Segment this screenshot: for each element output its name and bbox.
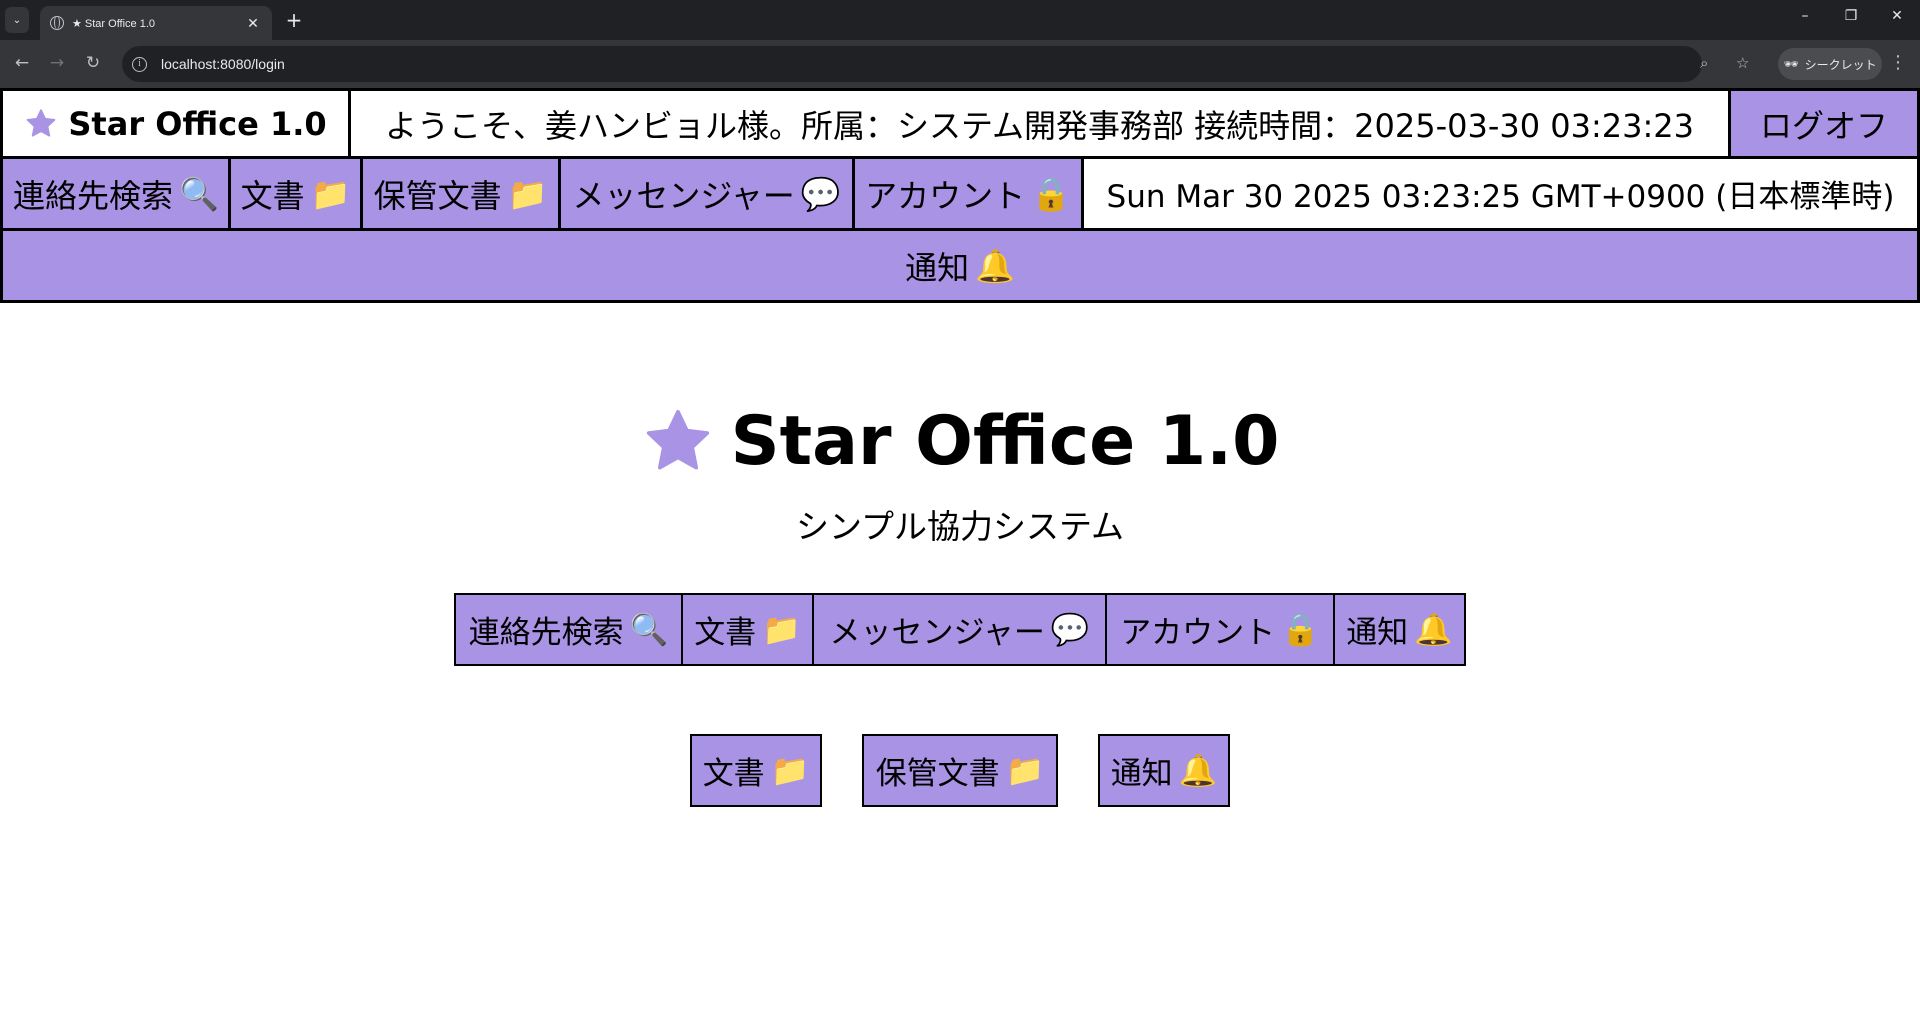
menu-contacts-button[interactable]: 連絡先検索 🔍 bbox=[454, 593, 683, 666]
search-icon: 🔍 bbox=[629, 612, 669, 648]
star-icon bbox=[646, 409, 709, 469]
browser-toolbar: ← → ↻ i localhost:8080/login ⌕ ☆ 🕶 シークレッ… bbox=[0, 40, 1920, 88]
welcome-text: ようこそ、姜ハンビョル様。所属：システム開発事務部 接続時間：2025-03-3… bbox=[384, 106, 1695, 145]
page: Star Office 1.0 ようこそ、姜ハンビョル様。所属：システム開発事務… bbox=[0, 88, 1920, 1032]
tab-title: ★ Star Office 1.0 bbox=[72, 17, 156, 30]
hero-subtitle: シンプル協力システム bbox=[795, 507, 1125, 546]
nav-notifications-label: 通知 bbox=[905, 248, 970, 287]
folder-icon: 📁 bbox=[770, 753, 810, 789]
reload-button[interactable]: ↻ bbox=[81, 52, 105, 76]
nav-documents-label: 文書 bbox=[240, 176, 305, 215]
bell-icon: 🔔 bbox=[975, 246, 1015, 285]
globe-icon bbox=[50, 16, 64, 30]
quick-archived-button[interactable]: 保管文書 📁 bbox=[862, 734, 1058, 807]
back-button[interactable]: ← bbox=[10, 52, 34, 76]
incognito-label: シークレット bbox=[1804, 57, 1877, 72]
new-tab-button[interactable]: + bbox=[282, 9, 306, 33]
nav-archived-button[interactable]: 保管文書 📁 bbox=[360, 156, 561, 231]
menu-messenger-label: メッセンジャー bbox=[829, 615, 1045, 651]
nav-notifications-button[interactable]: 通知 🔔 bbox=[0, 228, 1920, 303]
datetime-cell: Sun Mar 30 2025 03:23:25 GMT+0900 (日本標準時… bbox=[1081, 156, 1920, 231]
nav-contacts-button[interactable]: 連絡先検索 🔍 bbox=[0, 156, 231, 231]
folder-icon: 📁 bbox=[762, 612, 801, 648]
url-text[interactable]: localhost:8080/login bbox=[161, 56, 285, 72]
brand-title: Star Office 1.0 bbox=[68, 104, 327, 143]
nav-documents-button[interactable]: 文書 📁 bbox=[228, 156, 363, 231]
browser-tab[interactable]: ★ Star Office 1.0 ✕ bbox=[40, 6, 272, 40]
lock-icon: 🔒 bbox=[1281, 612, 1320, 648]
bell-icon: 🔔 bbox=[1178, 753, 1218, 789]
zoom-icon[interactable]: ⌕ bbox=[1700, 54, 1708, 72]
menu-account-button[interactable]: アカウント 🔒 bbox=[1105, 593, 1335, 666]
logoff-label: ログオフ bbox=[1759, 106, 1888, 145]
logoff-button[interactable]: ログオフ bbox=[1728, 88, 1920, 159]
current-datetime: Sun Mar 30 2025 03:23:25 GMT+0900 (日本標準時… bbox=[1106, 179, 1895, 215]
nav-contacts-label: 連絡先検索 bbox=[13, 176, 174, 215]
incognito-icon: 🕶 bbox=[1783, 57, 1799, 71]
menu-notifications-label: 通知 bbox=[1346, 615, 1409, 651]
close-tab-icon[interactable]: ✕ bbox=[244, 15, 262, 32]
quick-notifications-button[interactable]: 通知 🔔 bbox=[1098, 734, 1230, 807]
address-bar[interactable]: i localhost:8080/login ⌕ ☆ bbox=[122, 46, 1749, 82]
restore-button[interactable]: ❐ bbox=[1836, 8, 1866, 24]
menu-documents-button[interactable]: 文書 📁 bbox=[681, 593, 814, 666]
folder-icon: 📁 bbox=[1005, 753, 1045, 789]
site-info-icon[interactable]: i bbox=[132, 56, 147, 72]
minimize-button[interactable]: – bbox=[1790, 8, 1820, 24]
lock-icon: 🔒 bbox=[1031, 174, 1071, 213]
browser-tab-bar: ⌄ ★ Star Office 1.0 ✕ + – ❐ ✕ bbox=[0, 0, 1920, 40]
hero-title-text: Star Office 1.0 bbox=[730, 402, 1280, 481]
search-icon: 🔍 bbox=[179, 174, 219, 213]
welcome-cell: ようこそ、姜ハンビョル様。所属：システム開発事務部 接続時間：2025-03-3… bbox=[348, 88, 1731, 159]
menu-documents-label: 文書 bbox=[694, 615, 757, 651]
menu-messenger-button[interactable]: メッセンジャー 💬 bbox=[812, 593, 1107, 666]
nav-messenger-label: メッセンジャー bbox=[572, 176, 795, 215]
menu-account-label: アカウント bbox=[1120, 615, 1276, 651]
brand-cell: Star Office 1.0 bbox=[0, 88, 351, 159]
nav-account-label: アカウント bbox=[865, 176, 1026, 215]
forward-button[interactable]: → bbox=[45, 52, 69, 76]
nav-account-button[interactable]: アカウント 🔒 bbox=[852, 156, 1084, 231]
menu-notifications-button[interactable]: 通知 🔔 bbox=[1333, 593, 1466, 666]
bookmark-star-icon[interactable]: ☆ bbox=[1736, 54, 1749, 72]
folder-icon: 📁 bbox=[310, 174, 351, 213]
tab-list-button[interactable]: ⌄ bbox=[5, 7, 29, 33]
hero-title: Star Office 1.0 bbox=[0, 402, 1920, 481]
speech-bubble-icon: 💬 bbox=[800, 174, 841, 213]
browser-menu-icon[interactable]: ⋮ bbox=[1888, 52, 1908, 73]
nav-archived-label: 保管文書 bbox=[373, 176, 502, 215]
quick-documents-button[interactable]: 文書 📁 bbox=[690, 734, 822, 807]
close-window-button[interactable]: ✕ bbox=[1882, 8, 1912, 24]
star-icon bbox=[27, 108, 56, 137]
folder-icon: 📁 bbox=[507, 174, 548, 213]
quick-archived-label: 保管文書 bbox=[875, 756, 1000, 792]
incognito-badge[interactable]: 🕶 シークレット bbox=[1778, 48, 1882, 80]
bell-icon: 🔔 bbox=[1414, 612, 1453, 648]
speech-bubble-icon: 💬 bbox=[1050, 612, 1090, 648]
quick-documents-label: 文書 bbox=[702, 756, 765, 792]
quick-notifications-label: 通知 bbox=[1110, 756, 1173, 792]
nav-messenger-button[interactable]: メッセンジャー 💬 bbox=[558, 156, 855, 231]
menu-contacts-label: 連絡先検索 bbox=[468, 615, 624, 651]
